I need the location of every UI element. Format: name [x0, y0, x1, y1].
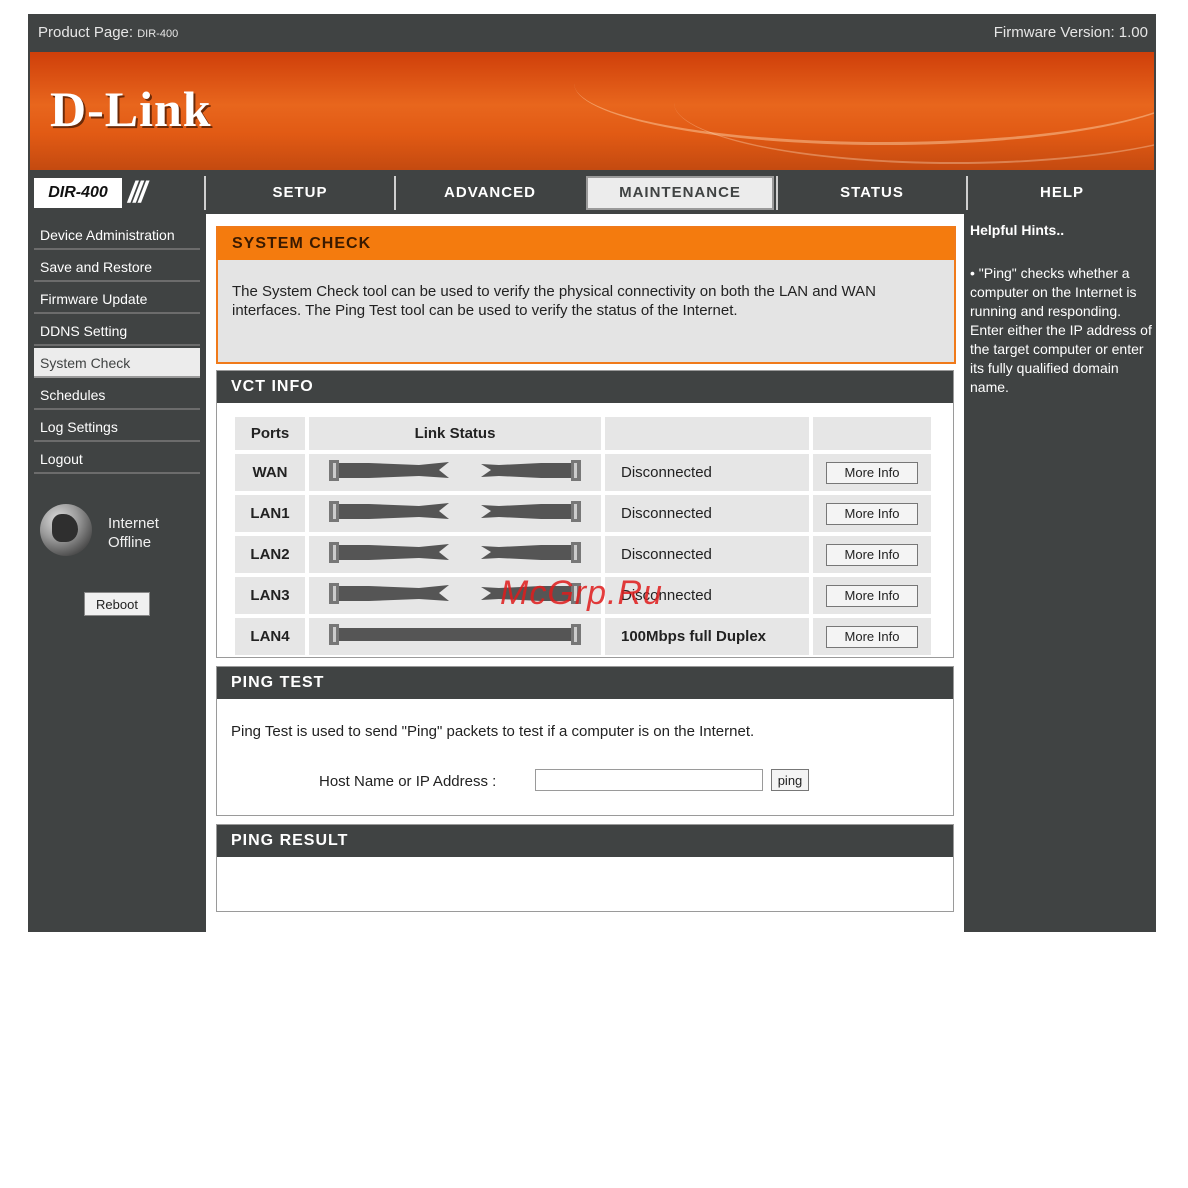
more-info-cell: More Info — [813, 495, 931, 532]
main-nav: DIR-400 /// SETUP ADVANCED MAINTENANCE S… — [28, 172, 1156, 214]
ping-result-title: PING RESULT — [217, 825, 953, 857]
vct-row: LAN1 Disconnected More Info — [235, 495, 931, 532]
more-info-cell: More Info — [813, 536, 931, 573]
sidebar-item-system-check[interactable]: System Check — [34, 348, 200, 378]
host-label: Host Name or IP Address : — [319, 773, 497, 790]
dlink-logo: D-Link — [50, 81, 212, 137]
more-info-button[interactable]: More Info — [826, 625, 918, 648]
port-name: LAN1 — [235, 495, 305, 532]
more-info-cell: More Info — [813, 618, 931, 655]
ping-result-section: PING RESULT — [216, 824, 954, 912]
cable-icon — [309, 495, 601, 532]
port-name: LAN3 — [235, 577, 305, 614]
vct-table: Ports Link Status WAN Disconnected More In… — [231, 413, 935, 659]
watermark: McGrp.Ru — [500, 574, 663, 612]
help-text: • "Ping" checks whether a computer on th… — [970, 265, 1152, 395]
product-page-label: Product Page: DIR-400 — [38, 24, 179, 41]
sidebar-item-schedules[interactable]: Schedules — [34, 380, 200, 410]
router-admin-frame: Product Page: DIR-400 Firmware Version: … — [28, 14, 1156, 932]
reboot-button[interactable]: Reboot — [84, 592, 150, 616]
tab-advanced[interactable]: ADVANCED — [394, 176, 584, 210]
link-status-value: 100Mbps full Duplex — [605, 618, 809, 655]
help-title: Helpful Hints.. — [970, 222, 1065, 238]
brand-banner: D-Link — [30, 52, 1154, 170]
status-header — [605, 417, 809, 450]
more-info-button[interactable]: More Info — [826, 461, 918, 484]
ping-button[interactable]: ping — [771, 769, 809, 791]
sidebar-item-ddns-setting[interactable]: DDNS Setting — [34, 316, 200, 346]
tab-setup[interactable]: SETUP — [204, 176, 394, 210]
more-info-cell: More Info — [813, 577, 931, 614]
vct-row: LAN2 Disconnected More Info — [235, 536, 931, 573]
more-info-button[interactable]: More Info — [826, 543, 918, 566]
more-info-cell: More Info — [813, 454, 931, 491]
vct-row: WAN Disconnected More Info — [235, 454, 931, 491]
vct-row: LAN4 100Mbps full Duplex More Info — [235, 618, 931, 655]
globe-icon — [40, 504, 92, 556]
port-name: LAN4 — [235, 618, 305, 655]
tab-status[interactable]: STATUS — [776, 176, 966, 210]
ping-test-description: Ping Test is used to send "Ping" packets… — [231, 723, 755, 740]
cable-icon — [309, 618, 601, 655]
vct-info-title: VCT INFO — [217, 371, 953, 403]
system-check-description: The System Check tool can be used to ver… — [232, 283, 876, 319]
top-bar: Product Page: DIR-400 Firmware Version: … — [28, 14, 1156, 50]
sidebar-item-logout[interactable]: Logout — [34, 444, 200, 474]
model-name: DIR-400 — [34, 178, 122, 208]
firmware-version: Firmware Version: 1.00 — [993, 24, 1148, 41]
sidebar: Device Administration Save and Restore F… — [28, 214, 204, 932]
sidebar-item-log-settings[interactable]: Log Settings — [34, 412, 200, 442]
action-header — [813, 417, 931, 450]
slash-decoration-icon: /// — [128, 176, 147, 209]
model-badge: DIR-400 /// — [32, 176, 204, 210]
sidebar-item-device-administration[interactable]: Device Administration — [34, 220, 200, 250]
sidebar-item-firmware-update[interactable]: Firmware Update — [34, 284, 200, 314]
port-name: LAN2 — [235, 536, 305, 573]
link-status-header: Link Status — [309, 417, 601, 450]
ports-header: Ports — [235, 417, 305, 450]
port-name: WAN — [235, 454, 305, 491]
tab-maintenance[interactable]: MAINTENANCE — [586, 176, 774, 210]
link-status-value: Disconnected — [605, 454, 809, 491]
main-content: SYSTEM CHECK The System Check tool can b… — [206, 214, 964, 932]
system-check-title: SYSTEM CHECK — [218, 228, 954, 260]
ping-test-title: PING TEST — [217, 667, 953, 699]
more-info-button[interactable]: More Info — [826, 584, 918, 607]
ping-test-section: PING TEST Ping Test is used to send "Pin… — [216, 666, 954, 816]
link-status-value: Disconnected — [605, 536, 809, 573]
cable-icon — [309, 536, 601, 573]
help-panel: Helpful Hints.. • "Ping" checks whether … — [966, 214, 1156, 932]
more-info-button[interactable]: More Info — [826, 502, 918, 525]
cable-icon — [309, 454, 601, 491]
host-input[interactable] — [535, 769, 763, 791]
sidebar-item-save-and-restore[interactable]: Save and Restore — [34, 252, 200, 282]
tab-help[interactable]: HELP — [966, 176, 1156, 210]
vct-info-section: VCT INFO Ports Link Status WAN Disconnect… — [216, 370, 954, 658]
link-status-value: Disconnected — [605, 495, 809, 532]
system-check-section: SYSTEM CHECK The System Check tool can b… — [216, 226, 956, 364]
internet-status: Internet Offline — [108, 515, 159, 551]
